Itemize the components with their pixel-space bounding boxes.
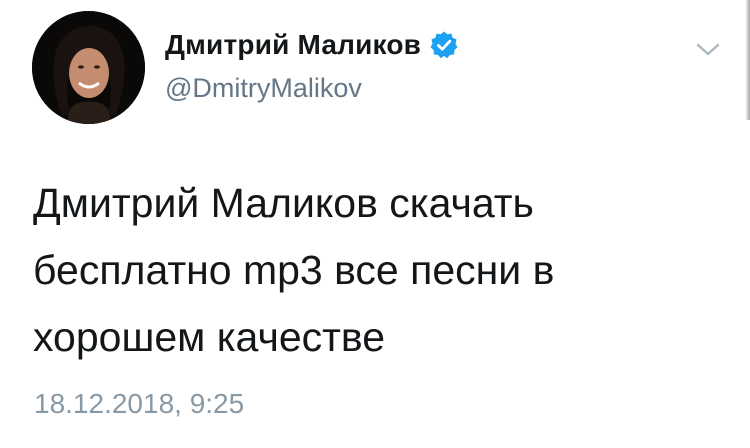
avatar[interactable] — [32, 11, 145, 124]
author-handle[interactable]: @DmitryMalikov — [165, 73, 362, 104]
scroll-edge-shadow — [745, 0, 750, 120]
author-name-row[interactable]: Дмитрий Маликов — [165, 25, 459, 65]
display-name[interactable]: Дмитрий Маликов — [165, 29, 421, 61]
tweet-timestamp[interactable]: 18.12.2018, 9:25 — [34, 388, 244, 420]
verified-badge-icon — [429, 30, 459, 60]
chevron-down-icon[interactable] — [694, 37, 722, 61]
tweet-text: Дмитрий Маликов скачать бесплатно mp3 вс… — [33, 180, 555, 360]
avatar-photo-icon — [32, 11, 145, 124]
tweet-card: Дмитрий Маликов @DmitryMalikov Дмитрий М… — [0, 0, 750, 448]
